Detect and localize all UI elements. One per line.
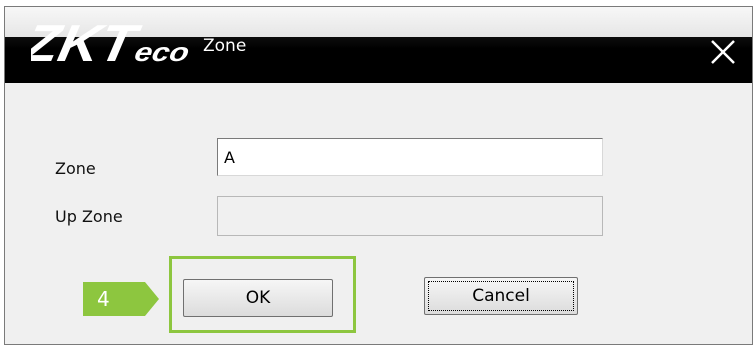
up-zone-label: Up Zone [55, 207, 123, 226]
zkteco-logo: ZKT eco [31, 15, 192, 71]
cancel-button[interactable]: Cancel [424, 277, 578, 315]
svg-text:eco: eco [132, 37, 192, 67]
ok-button-label: OK [245, 288, 271, 308]
svg-text:ZKT: ZKT [31, 15, 145, 71]
ok-button[interactable]: OK [183, 279, 333, 317]
arrow-right-icon [145, 282, 159, 316]
up-zone-input[interactable] [217, 196, 603, 236]
zone-label: Zone [55, 159, 96, 178]
window-title: Zone [203, 36, 247, 56]
title-bar: ZKT eco Zone [5, 7, 752, 83]
cancel-button-label: Cancel [472, 286, 530, 306]
dialog-body: Zone Up Zone 4 OK Cancel [5, 83, 752, 344]
close-x-icon[interactable] [706, 35, 740, 69]
zone-input[interactable] [217, 138, 603, 176]
step-badge: 4 [83, 282, 145, 316]
zone-dialog: ZKT eco Zone Zone Up Zone 4 OK Cancel [4, 6, 753, 345]
step-number: 4 [97, 287, 110, 311]
